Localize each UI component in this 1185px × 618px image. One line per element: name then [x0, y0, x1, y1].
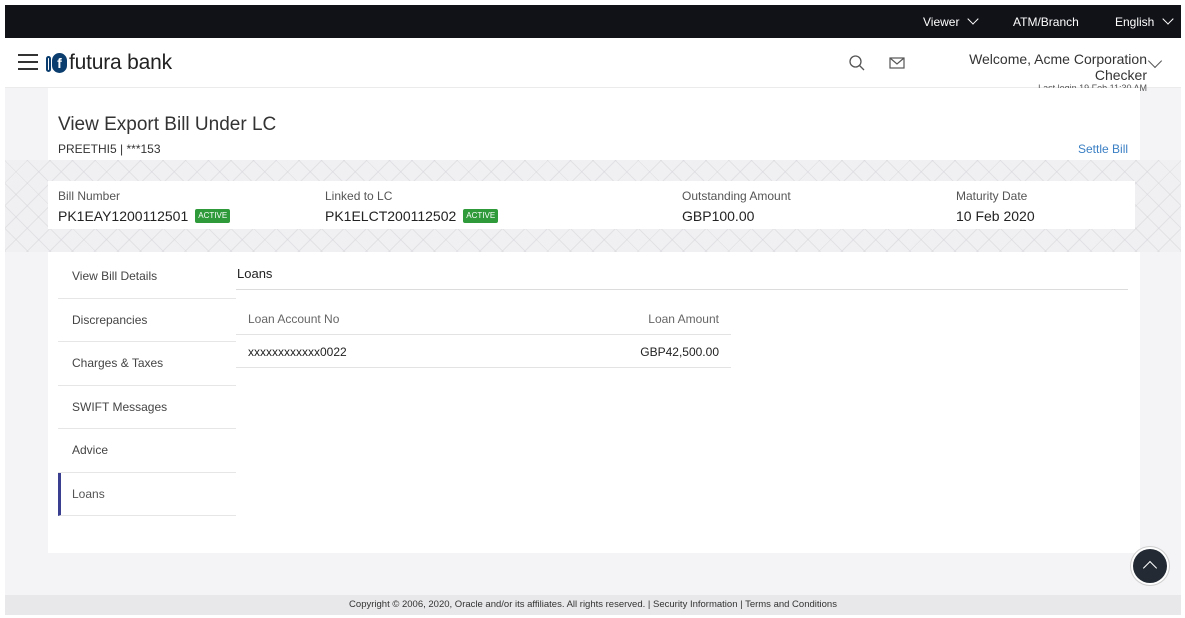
loans-table: Loan Account No Loan Amount xxxxxxxxxxxx… — [236, 302, 731, 368]
bill-sections-nav: View Bill Details Discrepancies Charges … — [58, 255, 236, 516]
brand-logo[interactable]: f futura bank — [46, 50, 172, 76]
divider: | — [737, 599, 746, 610]
atm-branch-label: ATM/Branch — [1013, 14, 1079, 29]
hamburger-menu-icon[interactable] — [18, 54, 38, 70]
table-header-row: Loan Account No Loan Amount — [236, 302, 731, 335]
brand-name: futura bank — [69, 51, 172, 74]
security-information-link[interactable]: Security Information — [653, 599, 737, 610]
header: f futura bank Welcome, Acme Corporation … — [5, 38, 1181, 93]
table-row: xxxxxxxxxxxx0022 GBP42,500.00 — [236, 335, 731, 368]
nav-item-loans[interactable]: Loans — [58, 472, 236, 516]
nav-item-advice[interactable]: Advice — [58, 429, 236, 473]
nav-item-charges-taxes[interactable]: Charges & Taxes — [58, 342, 236, 386]
linked-lc-label: Linked to LC — [325, 189, 393, 203]
linked-lc-value: PK1ELCT200112502 — [325, 208, 457, 224]
viewer-dropdown[interactable]: Viewer — [923, 5, 980, 38]
logo-letter: f — [52, 53, 67, 73]
bill-number-block: Bill Number PK1EAY1200112501 ACTIVE — [58, 189, 231, 224]
app-frame: Viewer ATM/Branch English f futura bank — [5, 5, 1181, 615]
chevron-down-icon — [1162, 13, 1175, 25]
language-dropdown[interactable]: English — [1115, 5, 1175, 38]
section-title: Loans — [237, 266, 273, 281]
column-header-loan-account: Loan Account No — [248, 312, 340, 326]
nav-item-view-bill-details[interactable]: View Bill Details — [58, 255, 236, 299]
maturity-date-label: Maturity Date — [956, 189, 1028, 203]
mail-icon[interactable] — [888, 54, 906, 72]
atm-branch-link[interactable]: ATM/Branch — [1013, 5, 1079, 38]
linked-lc-block: Linked to LC PK1ELCT200112502 ACTIVE — [325, 189, 499, 224]
search-icon[interactable] — [848, 54, 866, 72]
party-account-line: PREETHI5 | ***153 — [58, 142, 161, 156]
settle-bill-link[interactable]: Settle Bill — [1078, 142, 1128, 156]
loan-account-cell: xxxxxxxxxxxx0022 — [248, 345, 347, 359]
divider — [236, 289, 1128, 290]
bill-number-label: Bill Number — [58, 189, 121, 203]
loan-amount-cell: GBP42,500.00 — [640, 345, 719, 359]
bill-number-value: PK1EAY1200112501 — [58, 208, 189, 224]
column-header-loan-amount: Loan Amount — [648, 312, 719, 326]
viewer-label: Viewer — [923, 14, 960, 29]
footer: Copyright © 2006, 2020, Oracle and/or it… — [5, 595, 1181, 615]
scroll-to-top-button[interactable] — [1133, 549, 1167, 583]
outstanding-amount-value: GBP100.00 — [682, 208, 755, 224]
logo-mark-icon: f — [46, 52, 67, 74]
status-badge: ACTIVE — [195, 209, 231, 223]
party-name: PREETHI5 — [58, 142, 117, 156]
chevron-down-icon[interactable] — [1147, 53, 1163, 69]
terms-conditions-link[interactable]: Terms and Conditions — [745, 599, 837, 610]
nav-item-swift-messages[interactable]: SWIFT Messages — [58, 386, 236, 429]
divider: | — [645, 599, 653, 610]
language-label: English — [1115, 14, 1155, 29]
page-title: View Export Bill Under LC — [58, 114, 277, 135]
chevron-down-icon — [967, 13, 980, 25]
outstanding-amount-block: Outstanding Amount GBP100.00 — [682, 189, 791, 224]
status-badge: ACTIVE — [463, 209, 499, 223]
top-bar: Viewer ATM/Branch English — [5, 5, 1181, 38]
maturity-date-block: Maturity Date 10 Feb 2020 — [956, 189, 1035, 224]
bill-summary: Bill Number PK1EAY1200112501 ACTIVE Link… — [48, 181, 1135, 229]
nav-item-discrepancies[interactable]: Discrepancies — [58, 299, 236, 342]
maturity-date-value: 10 Feb 2020 — [956, 208, 1035, 224]
copyright-text: Copyright © 2006, 2020, Oracle and/or it… — [349, 599, 646, 610]
welcome-text: Welcome, Acme Corporation Checker — [969, 51, 1147, 83]
outstanding-amount-label: Outstanding Amount — [682, 189, 791, 203]
account-number: ***153 — [126, 142, 161, 156]
